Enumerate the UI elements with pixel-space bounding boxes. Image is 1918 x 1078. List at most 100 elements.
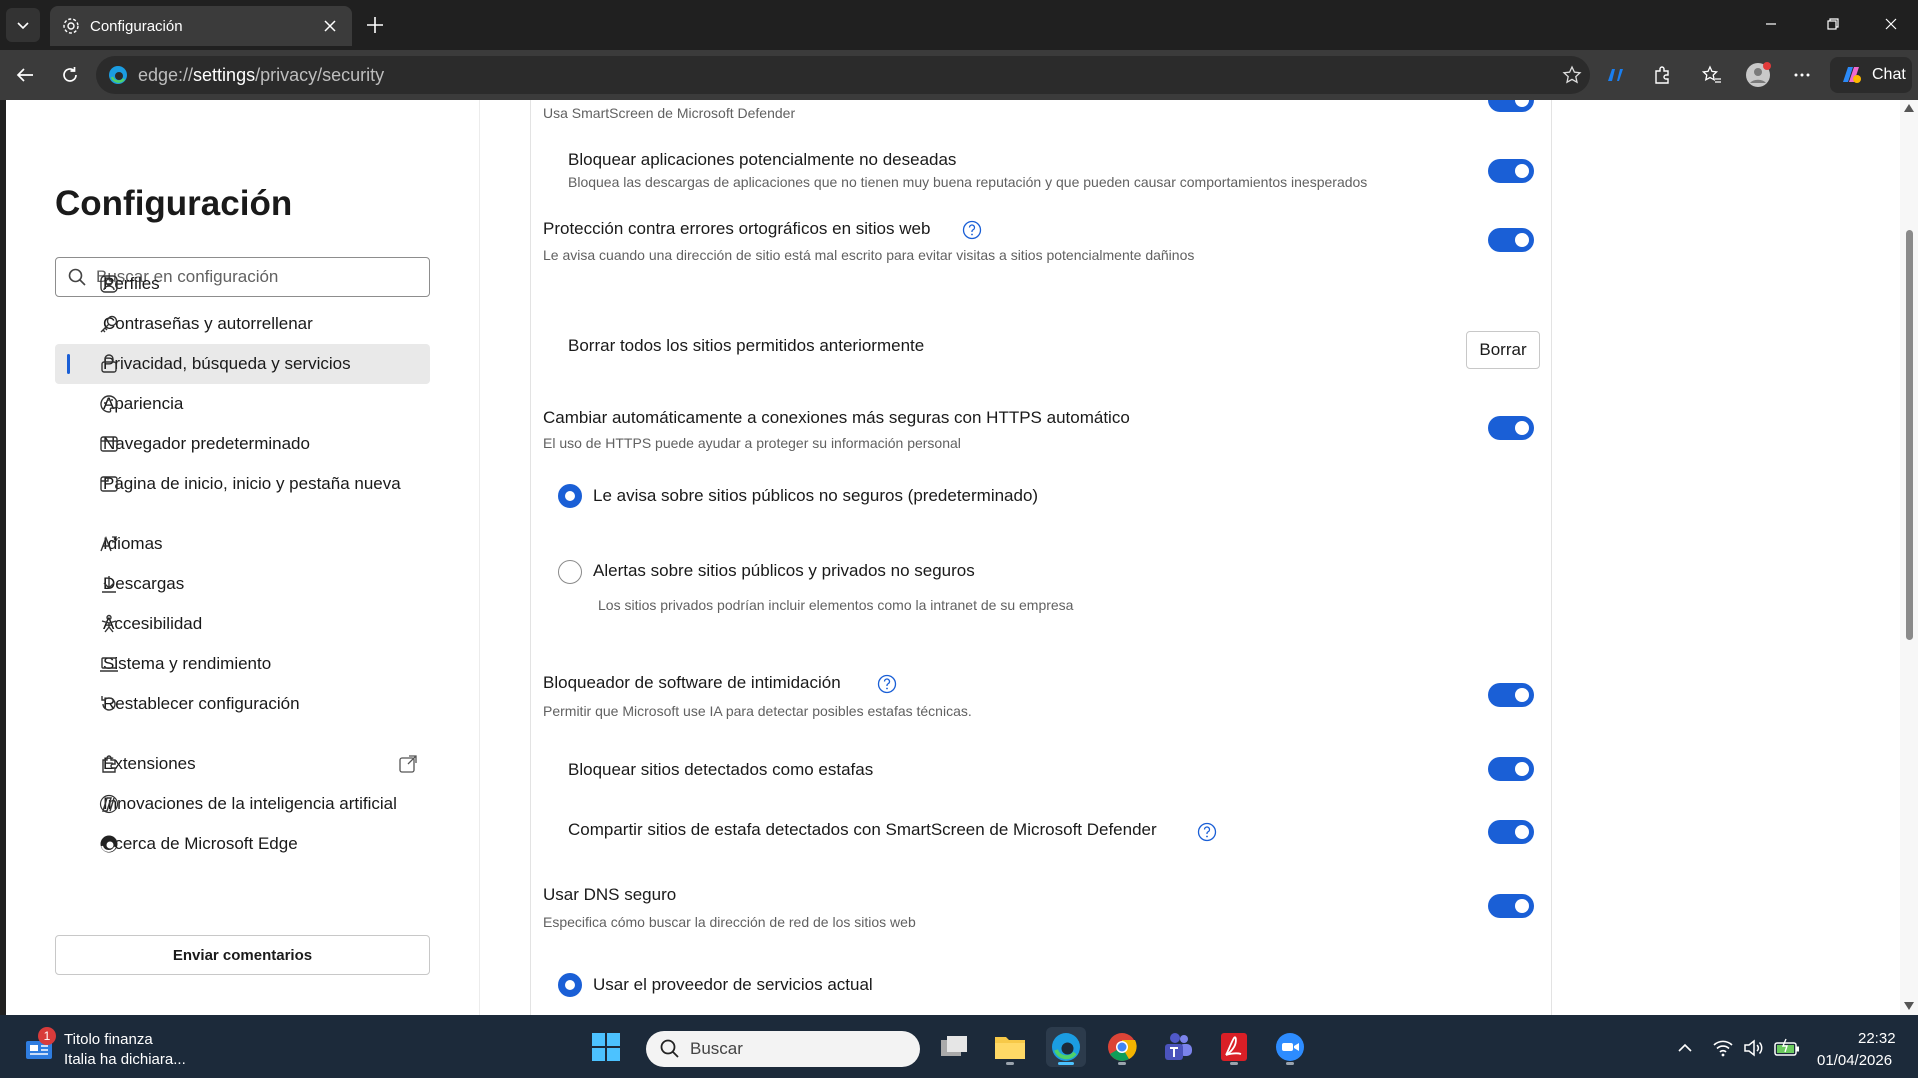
https-desc: El uso de HTTPS puede ayudar a proteger … [543,435,961,451]
teams-taskbar-button[interactable] [1158,1027,1198,1067]
settings-page: Configuración Perfiles Contraseñas y aut… [6,100,1900,1015]
sidebar-item-profiles[interactable]: Perfiles [55,264,430,304]
extensions-button[interactable] [1646,59,1678,91]
windows-taskbar: 1 Titolo finanza Italia ha dichiara... 2… [0,1015,1918,1078]
help-icon[interactable] [962,220,982,240]
profile-button[interactable] [1742,59,1774,91]
app-running-indicator [1118,1062,1126,1065]
chrome-taskbar-button[interactable] [1102,1027,1142,1067]
pua-toggle[interactable] [1488,159,1534,183]
start-button[interactable] [586,1027,626,1067]
sidebar-item-reset[interactable]: Restablecer configuración [55,684,430,724]
sidebar-item-privacy[interactable]: Privacidad, búsqueda y servicios [55,344,430,384]
restore-button[interactable] [1810,8,1856,40]
favorite-star-icon[interactable] [1562,65,1582,85]
battery-icon[interactable] [1774,1037,1800,1059]
clear-sites-button[interactable]: Borrar [1466,331,1540,369]
edge-taskbar-button[interactable] [1046,1027,1086,1067]
scareware-desc: Permitir que Microsoft use IA para detec… [543,703,972,719]
file-explorer-button[interactable] [990,1027,1030,1067]
browser-icon [100,436,118,452]
sidebar-item-default-browser[interactable]: Navegador predeterminado [55,424,430,464]
zoom-icon [1276,1033,1304,1061]
restore-icon [1827,18,1839,30]
tab-actions-button[interactable] [6,8,40,42]
page-scrollbar[interactable] [1900,100,1918,1015]
wifi-icon[interactable] [1712,1037,1734,1059]
clock-time[interactable]: 22:32 [1858,1030,1896,1047]
new-tab-button[interactable] [360,10,390,40]
favorites-button[interactable] [1696,59,1728,91]
puzzle-icon [1655,66,1669,84]
scam-block-toggle[interactable] [1488,757,1534,781]
scareware-toggle[interactable] [1488,683,1534,707]
clock-date[interactable]: 01/04/2026 [1817,1052,1892,1069]
sidebar-item-downloads[interactable]: Descargas [55,564,430,604]
close-window-button[interactable] [1868,8,1914,40]
sidebar-item-label: Innovaciones de la inteligencia artifici… [103,794,397,813]
copilot-icon [1608,69,1623,81]
send-feedback-button[interactable]: Enviar comentarios [55,935,430,975]
more-options-button[interactable] [1786,59,1818,91]
news-subtitle: Italia ha dichiara... [64,1051,186,1068]
settings-sidebar: Configuración Perfiles Contraseñas y aut… [6,100,480,1015]
sidebar-item-label: Navegador predeterminado [103,434,310,453]
typo-protection-toggle[interactable] [1488,228,1534,252]
key-icon [100,315,118,333]
sidebar-item-label: Restablecer configuración [103,694,300,713]
minimize-button[interactable] [1748,8,1794,40]
active-tab[interactable]: Configuración [50,6,352,46]
https-option-all-radio[interactable] [558,560,582,584]
download-icon [102,576,116,593]
copilot-button[interactable] [1600,59,1632,91]
refresh-button[interactable] [54,59,86,91]
dns-current-provider-radio[interactable] [558,973,582,997]
sidebar-item-system[interactable]: Sistema y rendimiento [55,644,430,684]
folder-icon [995,1037,1025,1059]
sidebar-item-ai-innovations[interactable]: Innovaciones de la inteligencia artifici… [55,784,430,824]
smartscreen-toggle[interactable] [1488,100,1534,112]
sidebar-item-accessibility[interactable]: Accesibilidad [55,604,430,644]
https-title: Cambiar automáticamente a conexiones más… [543,408,1130,427]
chat-button[interactable]: Chat [1830,57,1912,93]
scam-share-toggle[interactable] [1488,820,1534,844]
scroll-down-arrow-icon[interactable] [1904,1002,1914,1010]
puzzle-icon [102,755,116,773]
scam-share-title: Compartir sitios de estafa detectados co… [568,820,1157,839]
scroll-thumb[interactable] [1906,230,1913,640]
typo-protection-desc: Le avisa cuando una dirección de sitio e… [543,247,1195,263]
sidebar-item-passwords[interactable]: Contraseñas y autorrellenar [55,304,430,344]
sidebar-item-about[interactable]: Acerca de Microsoft Edge [55,824,430,864]
acrobat-taskbar-button[interactable] [1214,1027,1254,1067]
volume-icon[interactable] [1742,1037,1764,1059]
taskbar-search-input[interactable] [690,1039,890,1059]
tab-close-button[interactable] [320,16,340,36]
https-option-public-radio[interactable] [558,484,582,508]
language-icon [100,536,118,552]
tab-strip: Configuración [0,0,1918,50]
sidebar-item-start-page[interactable]: Página de inicio, inicio y pestaña nueva [55,464,430,504]
sidebar-item-appearance[interactable]: Apariencia [55,384,430,424]
scroll-up-arrow-icon[interactable] [1904,104,1914,112]
external-link-icon[interactable] [398,754,418,774]
secure-dns-toggle[interactable] [1488,894,1534,918]
app-running-indicator [1006,1062,1014,1065]
news-widget[interactable]: 1 Titolo finanza Italia ha dichiara... [22,1027,222,1071]
help-icon[interactable] [1197,822,1217,842]
help-icon[interactable] [877,674,897,694]
typo-protection-title: Protección contra errores ortográficos e… [543,219,931,238]
zoom-taskbar-button[interactable] [1270,1027,1310,1067]
chevron-down-icon [17,22,29,30]
sidebar-item-languages[interactable]: Idiomas [55,524,430,564]
taskbar-search[interactable] [646,1031,920,1067]
task-view-button[interactable] [935,1027,975,1067]
address-bar[interactable]: edge://settings/privacy/security [96,56,1590,94]
close-icon [324,20,336,32]
sidebar-item-extensions[interactable]: Extensiones [55,744,430,784]
back-button[interactable] [9,59,41,91]
https-toggle[interactable] [1488,416,1534,440]
https-option-all-desc: Los sitios privados podrían incluir elem… [598,597,1074,613]
acrobat-icon [1221,1033,1247,1061]
app-running-indicator [1230,1062,1238,1065]
chevron-up-icon[interactable] [1674,1037,1696,1059]
